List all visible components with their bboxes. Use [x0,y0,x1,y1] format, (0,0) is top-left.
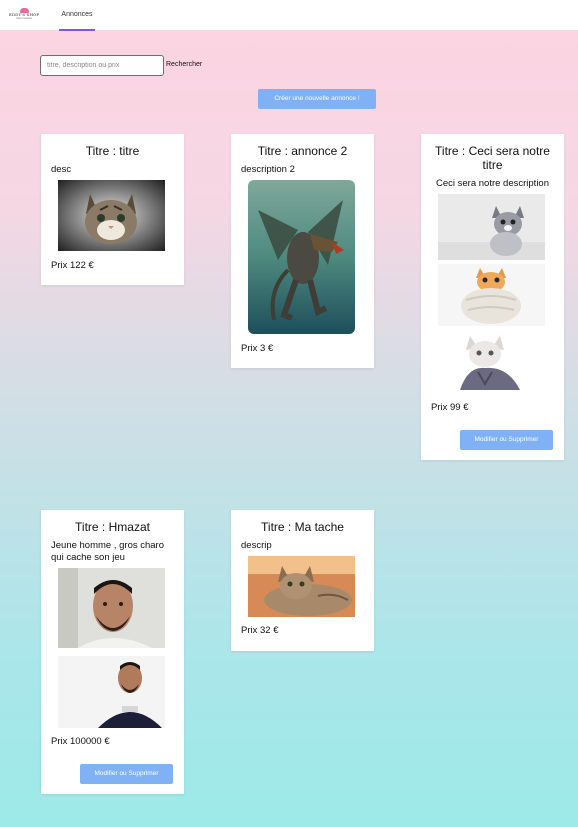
card-price: Prix 32 € [241,625,279,636]
card-title: Titre : Ceci sera notre titre [435,144,550,172]
card-price: Prix 99 € [431,402,469,413]
kitten-coat-photo [438,332,545,394]
portrait-photo [58,568,165,648]
shop-logo[interactable]: EDDY'S SHOP Votre boutique [9,8,39,22]
listing-card: Titre : annonce 2 description 2 Prix 3 € [231,134,374,368]
card-description: description 2 [241,164,295,175]
edit-or-delete-button[interactable]: Modifier ou Supprimer [460,430,553,450]
kitten-sweater-photo [438,264,545,326]
card-price: Prix 122 € [51,260,94,271]
search-input[interactable] [40,55,164,76]
card-description: Jeune homme , gros charo qui cache son j… [51,540,165,563]
card-description: descrip [241,540,272,551]
listing-card: Titre : titre desc Prix 122 € [41,134,184,285]
create-listing-button[interactable]: Créer une nouvelle annonce ! [258,89,376,109]
portrait-photo [58,656,165,728]
search-button[interactable]: Rechercher [166,61,202,68]
card-description: desc [51,164,72,175]
card-title: Titre : Hmazat [75,520,150,534]
card-title: Titre : titre [85,144,140,158]
logo-subtitle: Votre boutique [15,17,33,20]
listing-card: Titre : Ma tache descrip Prix 32 € [231,510,374,651]
card-description: Ceci sera notre description [436,178,549,189]
listing-card: Titre : Ceci sera notre titre Ceci sera … [421,134,564,460]
dragon-image [248,180,355,334]
listing-card: Titre : Hmazat Jeune homme , gros charo … [41,510,184,794]
card-title: Titre : annonce 2 [257,144,348,158]
card-title: Titre : Ma tache [261,520,344,534]
card-price: Prix 100000 € [51,736,110,747]
tab-annonces[interactable]: Annonces [59,0,95,31]
navbar: EDDY'S SHOP Votre boutique Annonces [0,0,578,31]
cat-photo [58,180,165,251]
tabby-cat-photo [248,556,355,617]
card-price: Prix 3 € [241,343,274,354]
edit-or-delete-button[interactable]: Modifier ou Supprimer [80,764,173,784]
kitten-photo [438,194,545,260]
